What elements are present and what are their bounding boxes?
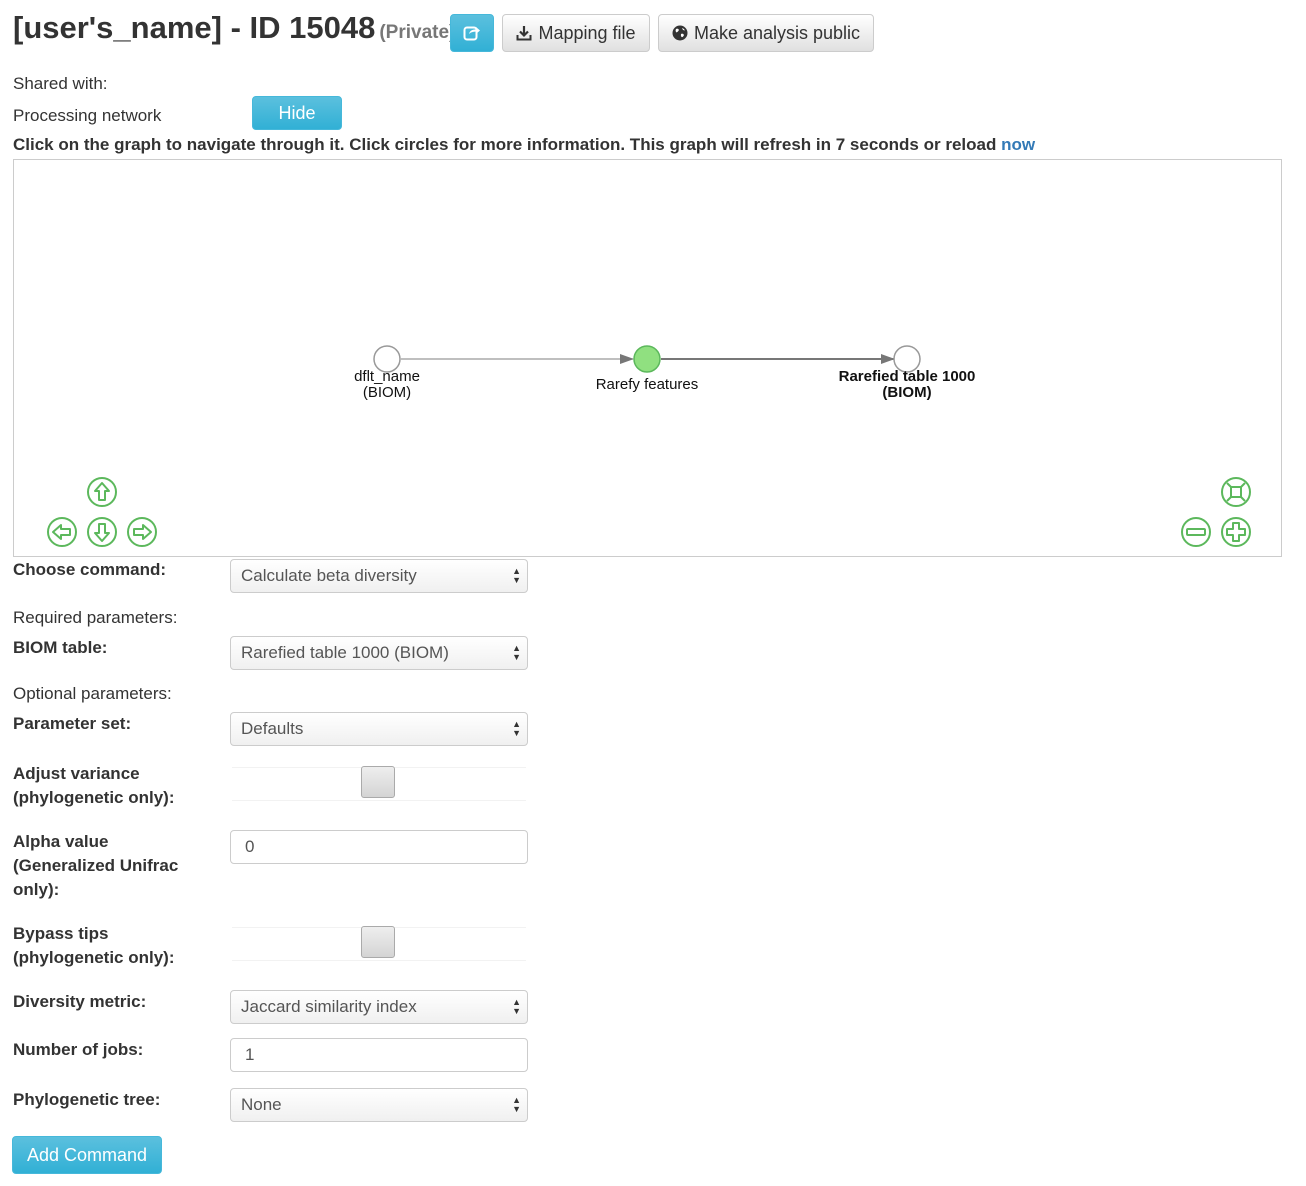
node-label-rarefy-features: Rarefy features [596,377,699,393]
choose-command-label: Choose command: [13,560,167,579]
add-command-label: Add Command [26,1144,148,1165]
shared-with-label: Shared with: [13,74,108,93]
node-label-line: Rarefied table 1000 [838,368,976,385]
number-of-jobs-label: Number of jobs: [13,1040,144,1059]
biom-table-value: Rarefied table 1000 (BIOM) [241,643,449,662]
zoom-out-icon[interactable] [1180,516,1212,548]
label-line: Alpha value [13,832,109,851]
fit-view-icon[interactable] [1220,476,1252,508]
adjust-variance-label: Adjust variance (phylogenetic only): [13,762,175,810]
biom-table-select[interactable]: Rarefied table 1000 (BIOM) ▲ ▼ [230,636,528,670]
diversity-metric-value: Jaccard similarity index [241,997,417,1016]
node-rarefy-features[interactable] [633,345,661,373]
select-arrows-icon: ▲ ▼ [512,719,521,738]
add-command-button[interactable]: Add Command [12,1136,162,1174]
node-label-line: (BIOM) [882,384,932,401]
diversity-metric-select[interactable]: Jaccard similarity index ▲ ▼ [230,990,528,1024]
hide-network-button[interactable]: Hide [252,96,342,130]
arrow-right-icon[interactable] [126,516,158,548]
globe-icon [672,25,688,41]
biom-table-label: BIOM table: [13,638,108,657]
label-line: (phylogenetic only): [13,948,175,967]
make-public-button[interactable]: Make analysis public [658,14,874,52]
alpha-value-input[interactable]: 0 [230,830,528,864]
download-icon [516,25,532,41]
share-icon [463,24,481,42]
parameter-set-select[interactable]: Defaults ▲ ▼ [230,712,528,746]
node-label-dflt-name: dflt_name (BIOM) [354,369,420,401]
graph-notice: Click on the graph to navigate through i… [13,135,1035,155]
adjust-variance-toggle-handle[interactable] [361,766,395,798]
bypass-tips-toggle-handle[interactable] [361,926,395,958]
label-line: (phylogenetic only): [13,788,175,807]
command-select[interactable]: Calculate beta diversity ▲ ▼ [230,559,528,593]
make-public-label: Make analysis public [693,22,861,43]
alpha-value-label: Alpha value (Generalized Unifrac only): [13,830,178,902]
share-button[interactable] [450,14,494,52]
select-arrows-icon: ▲ ▼ [512,643,521,662]
arrow-left-icon[interactable] [46,516,78,548]
network-graph[interactable]: dflt_name (BIOM) Rarefy features Rarefie… [13,159,1282,557]
diversity-metric-label: Diversity metric: [13,992,147,1011]
arrow-down-icon[interactable] [86,516,118,548]
hide-label: Hide [278,102,316,123]
parameter-set-value: Defaults [241,719,304,738]
mapping-file-button[interactable]: Mapping file [502,14,650,52]
zoom-in-icon[interactable] [1220,516,1252,548]
select-arrows-icon: ▲ ▼ [512,997,521,1016]
arrow-up-icon[interactable] [86,476,118,508]
phylogenetic-tree-label: Phylogenetic tree: [13,1090,161,1109]
privacy-badge: (Private) [379,22,456,43]
node-label-rarefied-table: Rarefied table 1000 (BIOM) [839,369,976,401]
command-select-value: Calculate beta diversity [241,566,417,585]
phylogenetic-tree-select[interactable]: None ▲ ▼ [230,1088,528,1122]
graph-notice-text: Click on the graph to navigate through i… [13,135,997,154]
optional-parameters-label: Optional parameters: [13,684,172,703]
node-label-line: dflt_name [354,368,420,385]
label-line: Adjust variance [13,764,140,783]
reload-now-link[interactable]: now [1001,135,1035,154]
required-parameters-label: Required parameters: [13,608,178,627]
alpha-value-text: 0 [245,837,255,856]
mapping-file-label: Mapping file [538,22,636,43]
number-of-jobs-input[interactable]: 1 [230,1038,528,1072]
select-arrows-icon: ▲ ▼ [512,566,521,585]
label-line: only): [13,880,60,899]
analysis-title: [user's_name] - ID 15048 [13,10,376,45]
node-label-line: (BIOM) [362,384,412,401]
page-title: [user's_name] - ID 15048 (Private) [13,10,455,46]
parameter-set-label: Parameter set: [13,714,132,733]
graph-canvas[interactable] [14,160,1281,556]
label-line: (Generalized Unifrac [13,856,179,875]
phylogenetic-tree-value: None [241,1095,282,1114]
label-line: Bypass tips [13,924,109,943]
node-label-line: Rarefy features [595,376,699,393]
processing-network-label: Processing network [13,106,162,125]
number-of-jobs-text: 1 [245,1045,255,1064]
bypass-tips-label: Bypass tips (phylogenetic only): [13,922,175,970]
select-arrows-icon: ▲ ▼ [512,1095,521,1114]
